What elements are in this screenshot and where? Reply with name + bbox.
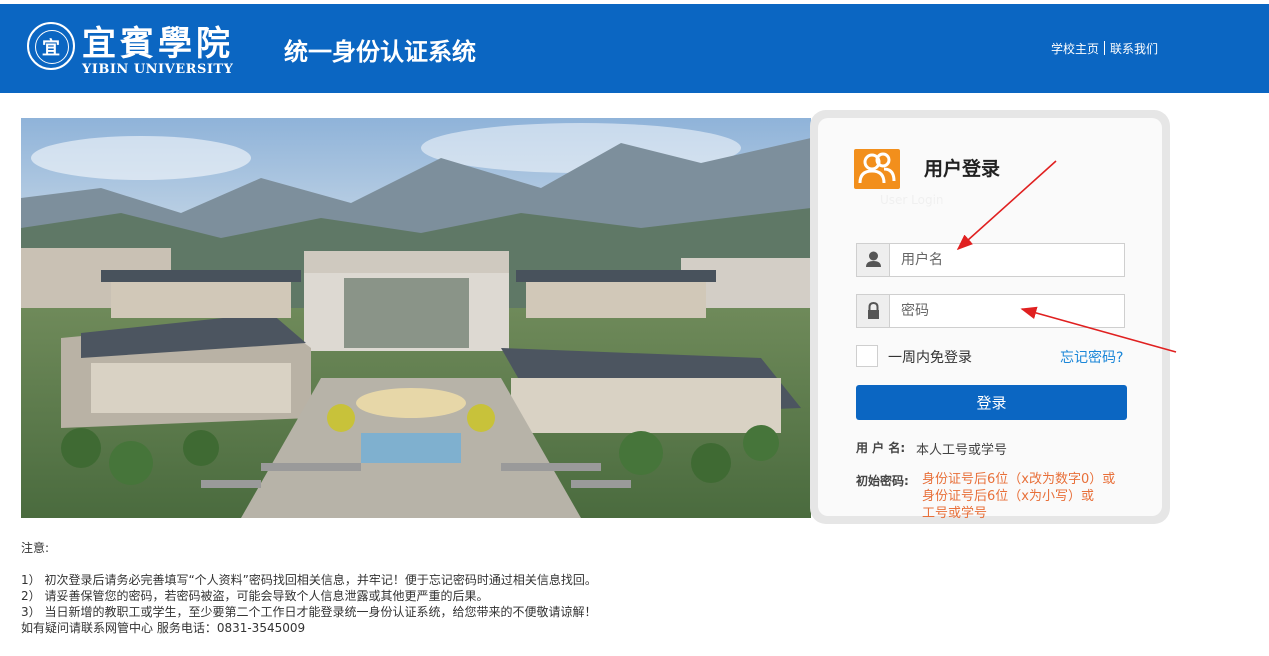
notice-section: 注意: 1） 初次登录后请务必完善填写“个人资料”密码找回相关信息，并牢记！便于… <box>21 540 597 636</box>
username-hint-label: 用 户 名: <box>856 441 906 455</box>
lock-icon <box>857 295 890 327</box>
notice-item: 2） 请妥善保管您的密码，若密码被盗，可能会导致个人信息泄露或其他更严重的后果。 <box>21 589 489 603</box>
top-header: 宜 宜賓學院 YIBIN UNIVERSITY 统一身份认证系统 学校主页 联系我… <box>0 4 1269 93</box>
password-hint-label: 初始密码: <box>856 474 909 488</box>
campus-illustration <box>21 118 811 518</box>
school-name-en: YIBIN UNIVERSITY <box>82 62 234 77</box>
password-field[interactable] <box>856 294 1125 328</box>
user-icon <box>857 244 890 276</box>
link-divider <box>1104 41 1106 55</box>
login-form: 用户登录 User Login 一周内免登录 忘记密码? 登录 <box>818 118 1162 521</box>
notice-contact: 如有疑问请联系网管中心 服务电话：0831-3545009 <box>21 621 306 635</box>
notice-item: 3） 当日新增的教职工或学生，至少要第二个工作日才能登录统一身份认证系统，给您带… <box>21 605 597 619</box>
login-title: 用户登录 <box>924 158 1001 180</box>
school-name-cn: 宜賓學院 <box>82 24 234 64</box>
login-button[interactable]: 登录 <box>856 385 1127 420</box>
system-title: 统一身份认证系统 <box>284 38 476 66</box>
login-subtitle: User Login <box>880 193 944 207</box>
password-input[interactable] <box>901 301 1111 321</box>
login-panel: 用户登录 User Login 一周内免登录 忘记密码? 登录 <box>810 110 1170 524</box>
forgot-password-link[interactable]: 忘记密码? <box>1060 347 1123 367</box>
campus-banner-image <box>21 118 811 518</box>
remember-label[interactable]: 一周内免登录 <box>888 347 972 367</box>
username-field[interactable] <box>856 243 1125 277</box>
remember-checkbox[interactable] <box>856 345 878 367</box>
users-icon <box>854 149 900 189</box>
password-hint-line: 工号或学号 <box>922 506 988 521</box>
password-hint-lines: 身份证号后6位（x改为数字0）或 身份证号后6位（x为小写）或 工号或学号 <box>922 471 1115 522</box>
password-hint-line: 身份证号后6位（x为小写）或 <box>922 489 1094 504</box>
top-links: 学校主页 联系我们 <box>1051 40 1158 57</box>
contact-us-link[interactable]: 联系我们 <box>1110 42 1158 56</box>
seal-character: 宜 <box>42 38 60 59</box>
username-input[interactable] <box>901 250 1111 270</box>
notice-title: 注意: <box>21 541 50 555</box>
password-hint-line: 身份证号后6位（x改为数字0）或 <box>922 472 1116 487</box>
username-hint-value: 本人工号或学号 <box>916 443 1008 458</box>
school-home-link[interactable]: 学校主页 <box>1051 42 1099 56</box>
university-seal-icon: 宜 <box>27 22 75 70</box>
notice-item: 1） 初次登录后请务必完善填写“个人资料”密码找回相关信息，并牢记！便于忘记密码… <box>21 573 597 587</box>
